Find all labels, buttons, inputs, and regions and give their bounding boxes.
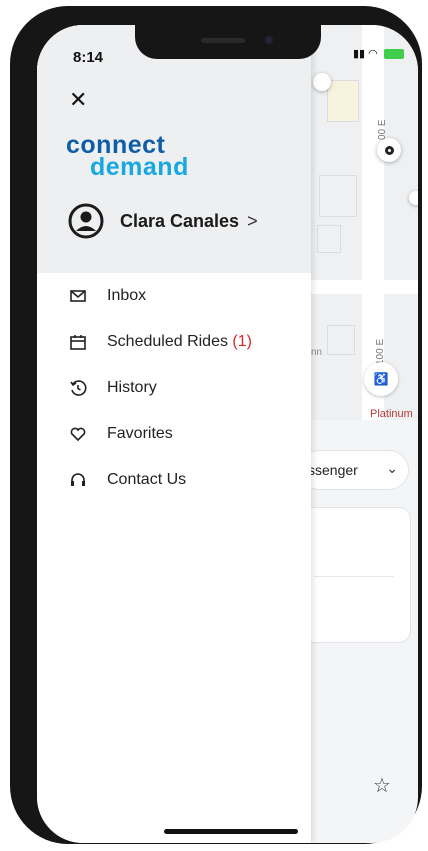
- lock-pin-icon: [313, 73, 331, 91]
- menu-item-label: Inbox: [107, 287, 147, 304]
- status-icons: ▮▮ ◠: [353, 47, 404, 60]
- phone-frame: 00 E 100 E nn ♿ Platinum ssenger ⌄ ☆ ▮▮ …: [10, 6, 422, 844]
- drawer-menu: Inbox Scheduled Rides (1) History Favori…: [37, 273, 311, 503]
- menu-item-label-wrap: Scheduled Rides (1): [107, 333, 252, 351]
- menu-item-label: Scheduled Rides: [107, 333, 228, 350]
- menu-item-label: History: [107, 379, 157, 396]
- notch: [135, 25, 321, 59]
- wifi-icon: ◠: [368, 48, 378, 60]
- status-time: 8:14: [73, 49, 104, 66]
- chevron-right-icon: >: [247, 210, 258, 231]
- map-place-label: Platinum: [370, 408, 413, 420]
- app-screen: 00 E 100 E nn ♿ Platinum ssenger ⌄ ☆ ▮▮ …: [37, 25, 418, 843]
- ride-card: [299, 507, 411, 643]
- close-icon[interactable]: ✕: [69, 89, 87, 111]
- passenger-select[interactable]: ssenger ⌄: [299, 450, 409, 490]
- star-icon[interactable]: ☆: [373, 773, 391, 798]
- chevron-down-icon: ⌄: [386, 460, 398, 476]
- scheduled-count-badge: (1): [232, 333, 252, 350]
- menu-item-label: Favorites: [107, 425, 173, 442]
- mail-icon: [70, 290, 86, 302]
- logo: connect demand: [66, 133, 189, 180]
- lock-pin-icon: [409, 191, 418, 205]
- accessibility-icon[interactable]: ♿: [364, 362, 398, 396]
- menu-item-inbox[interactable]: Inbox: [37, 273, 311, 319]
- profile-name: Clara Canales: [120, 210, 240, 231]
- navigation-drawer: ✕ connect demand Clara Canales > Inbox S…: [37, 25, 311, 843]
- menu-item-label: Contact Us: [107, 471, 187, 488]
- heart-icon: [70, 427, 86, 442]
- menu-item-favorites[interactable]: Favorites: [37, 411, 311, 457]
- passenger-select-label: ssenger: [308, 462, 358, 478]
- signal-icon: ▮▮: [353, 48, 366, 60]
- menu-item-contact-us[interactable]: Contact Us: [37, 457, 311, 503]
- headset-icon: [71, 473, 85, 486]
- location-pin-icon[interactable]: [377, 138, 401, 162]
- calendar-icon: [70, 335, 86, 350]
- logo-line-2: demand: [90, 153, 189, 181]
- menu-item-scheduled-rides[interactable]: Scheduled Rides (1): [37, 319, 311, 365]
- street-label: 00 E: [377, 119, 388, 140]
- avatar-icon: [68, 203, 104, 239]
- profile-link[interactable]: Clara Canales >: [68, 203, 258, 239]
- battery-icon: [383, 49, 404, 60]
- home-indicator[interactable]: [164, 829, 298, 834]
- map-label: nn: [311, 347, 323, 358]
- menu-item-history[interactable]: History: [37, 365, 311, 411]
- history-icon: [70, 380, 87, 396]
